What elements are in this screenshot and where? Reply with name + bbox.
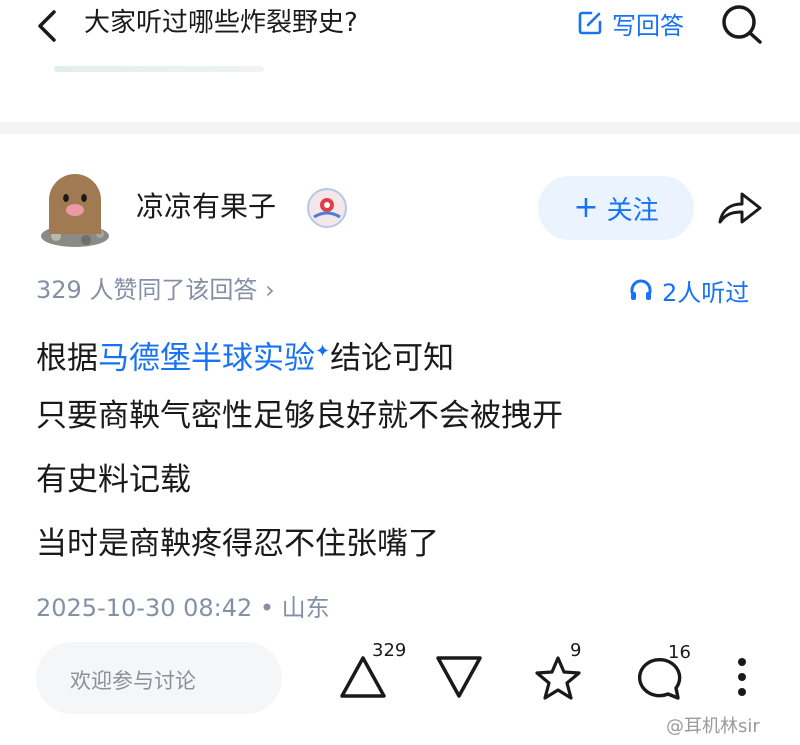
- top-bar: 大家听过哪些炸裂野史? 写回答: [0, 0, 800, 54]
- star-icon: [535, 656, 581, 700]
- listen-count[interactable]: 2人听过: [628, 274, 750, 307]
- sparkle-icon: ✦: [315, 341, 331, 362]
- answer-line: 只要商鞅气密性足够良好就不会被拽开: [36, 398, 563, 434]
- search-icon[interactable]: [718, 2, 766, 46]
- question-title[interactable]: 大家听过哪些炸裂野史?: [84, 6, 358, 40]
- answer-text: 根据: [36, 340, 98, 377]
- section-divider: [0, 122, 800, 134]
- comment-count: 16: [668, 642, 691, 663]
- answer-text: 结论可知: [330, 340, 455, 377]
- follow-button[interactable]: + 关注: [538, 176, 694, 240]
- author-badge-icon[interactable]: [306, 187, 348, 229]
- downvote-button[interactable]: [432, 652, 492, 706]
- edit-icon: [578, 11, 602, 35]
- answer-line: 当时是商鞅疼得忍不住张嘴了: [36, 526, 439, 562]
- write-answer-label: 写回答: [612, 11, 684, 40]
- upvote-icon: [340, 656, 386, 698]
- more-button[interactable]: [730, 656, 754, 700]
- write-answer-button[interactable]: 写回答: [576, 6, 684, 40]
- comment-placeholder: 欢迎参与讨论: [70, 669, 196, 693]
- watermark: @耳机林sir: [666, 716, 760, 737]
- answer-line: 根据马德堡半球实验✦结论可知: [36, 330, 454, 380]
- favorite-count: 9: [570, 640, 582, 661]
- keyword-link[interactable]: 马德堡半球实验: [98, 340, 315, 376]
- agree-count[interactable]: 329 人赞同了该回答 ›: [36, 274, 275, 306]
- plus-icon: +: [573, 190, 599, 225]
- downvote-icon: [436, 656, 482, 698]
- listen-count-label: 2人听过: [662, 278, 750, 307]
- follow-label: 关注: [606, 195, 659, 226]
- comment-button[interactable]: 16: [630, 640, 704, 706]
- answer-line: 有史料记载: [36, 462, 191, 498]
- back-icon[interactable]: [30, 6, 66, 46]
- author-name[interactable]: 凉凉有果子: [136, 188, 276, 226]
- upvote-count: 329: [372, 640, 407, 661]
- share-icon[interactable]: [714, 186, 766, 230]
- headphone-icon: [630, 279, 652, 300]
- upvote-button[interactable]: 329: [334, 640, 414, 704]
- previous-content-remnant: [54, 66, 264, 72]
- answer-timestamp: 2025-10-30 08:42 • 山东: [36, 594, 330, 622]
- more-icon: [738, 658, 746, 696]
- favorite-button[interactable]: 9: [530, 640, 600, 706]
- avatar[interactable]: [34, 164, 116, 248]
